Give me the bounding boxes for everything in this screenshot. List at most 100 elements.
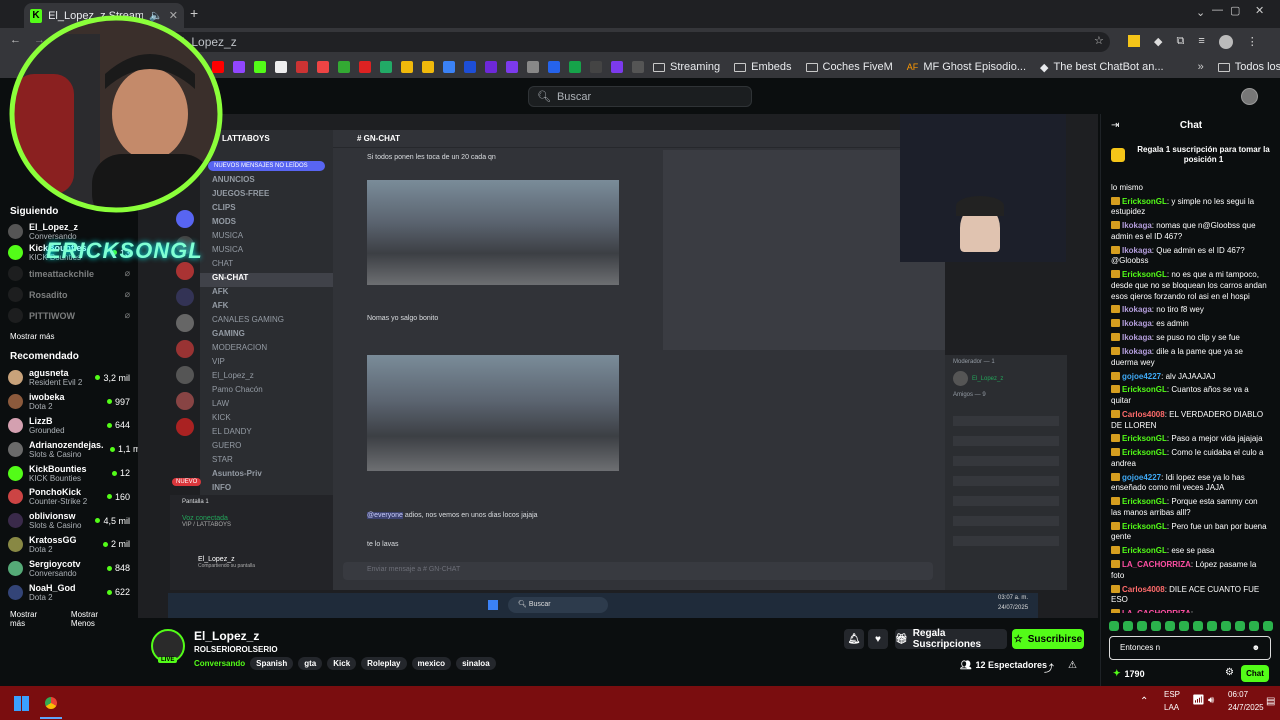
discord-channel[interactable]: MUSICA	[200, 245, 333, 259]
chat-username[interactable]: LA_CACHORRIZA	[1122, 560, 1191, 569]
discord-channel[interactable]: KICK	[200, 413, 333, 427]
sidebar-recommended-item[interactable]: NoaH_God Dota 2 622	[0, 580, 138, 604]
sidebar-following-item[interactable]: timeattackchile ⌀	[0, 263, 138, 284]
profile-avatar[interactable]	[1218, 35, 1233, 49]
emote-icon[interactable]	[1123, 621, 1133, 631]
discord-message-input[interactable]: Enviar mensaje a # GN-CHAT	[343, 562, 933, 580]
maximize-icon[interactable]: ▢	[1230, 4, 1240, 17]
server-icon[interactable]	[176, 392, 194, 410]
chat-username[interactable]: Ikokaga	[1122, 319, 1152, 328]
emote-icon[interactable]	[1193, 621, 1203, 631]
subscribe-button[interactable]: ☆ Suscribirse	[1012, 629, 1084, 649]
twitch-bookmark-icon[interactable]	[233, 61, 245, 73]
server-icon[interactable]	[176, 366, 194, 384]
member-row[interactable]: El_Lopez_z	[945, 369, 1067, 388]
discord-channel[interactable]: EL DANDY	[200, 427, 333, 441]
emote-icon[interactable]	[1179, 621, 1189, 631]
extension-icon[interactable]	[1128, 35, 1140, 47]
chat-username[interactable]: EricksonGL	[1122, 434, 1167, 443]
chat-username[interactable]: EricksonGL	[1122, 497, 1167, 506]
sidebar-following-item[interactable]: PITTIWOW ⌀	[0, 305, 138, 326]
discord-channel[interactable]: MODERACION	[200, 343, 333, 357]
pinned-gift-banner[interactable]: Regala 1 suscripción para tomar la posic…	[1111, 142, 1276, 168]
chat-username[interactable]: Carlos4008	[1122, 585, 1165, 594]
close-window-icon[interactable]: ✕	[1255, 4, 1264, 17]
sidebar-recommended-item[interactable]: KickBounties KICK Bounties 12	[0, 461, 138, 485]
search-input[interactable]: 🔍︎ Buscar	[528, 86, 752, 107]
chat-username[interactable]: EricksonGL	[1122, 522, 1167, 531]
show-less-recommended[interactable]: Mostrar Menos	[71, 610, 120, 628]
bookmark-mf-ghost[interactable]: AF MF Ghost Episodio...	[907, 61, 1026, 73]
send-chat-button[interactable]: Chat	[1241, 665, 1269, 682]
bookmark-all[interactable]: Todos los marcadores	[1217, 61, 1280, 73]
chat-username[interactable]: EricksonGL	[1122, 448, 1167, 457]
sidebar-recommended-item[interactable]: Adrianozendejas... Slots & Casino 1,1 mil	[0, 437, 145, 461]
sidebar-recommended-item[interactable]: iwobeka Dota 2 997	[0, 390, 138, 414]
bookmark-star-icon[interactable]: ☆	[1094, 34, 1104, 47]
discord-channel[interactable]: AFK	[200, 301, 333, 315]
share-icon[interactable]: ⤴	[1044, 660, 1054, 675]
chat-username[interactable]: Ikokaga	[1122, 347, 1152, 356]
server-icon[interactable]	[176, 262, 194, 280]
windows-start-icon[interactable]	[14, 696, 29, 711]
tag[interactable]: Roleplay	[361, 657, 407, 670]
url-field[interactable]: El_Lopez_z	[160, 32, 1110, 52]
tray-chevron-icon[interactable]: ⌃	[1140, 696, 1148, 707]
bookmark-icon[interactable]	[443, 61, 455, 73]
emote-icon[interactable]	[1249, 621, 1259, 631]
bookmark-streaming[interactable]: Streaming	[653, 61, 720, 73]
emote-icon[interactable]	[1221, 621, 1231, 631]
bookmark-icon[interactable]	[632, 61, 644, 73]
chat-username[interactable]: Ikokaga	[1122, 246, 1152, 255]
tag[interactable]: gta	[298, 657, 323, 670]
chat-username[interactable]: Ikokaga	[1122, 305, 1152, 314]
tab-search-icon[interactable]: ⌄	[1196, 6, 1205, 19]
sidebar-recommended-item[interactable]: LizzB Grounded 644	[0, 414, 138, 438]
sidebar-following-item[interactable]: Rosadito ⌀	[0, 284, 138, 305]
chat-username[interactable]: EricksonGL	[1122, 270, 1167, 279]
bookmark-icon[interactable]	[590, 61, 602, 73]
menu-icon[interactable]: ⋮	[1247, 35, 1258, 49]
volume-icon[interactable]: 🔊︎	[1208, 695, 1214, 706]
discord-channel[interactable]: AFK	[200, 287, 333, 301]
server-icon[interactable]	[176, 288, 194, 306]
chat-username[interactable]: EricksonGL	[1122, 385, 1167, 394]
chat-username[interactable]: Ikokaga	[1122, 221, 1152, 230]
sidebar-recommended-item[interactable]: KratossGG Dota 2 2 mil	[0, 533, 138, 557]
server-icon[interactable]	[176, 340, 194, 358]
emote-icon[interactable]	[1165, 621, 1175, 631]
channel-name[interactable]: El_Lopez_z	[194, 629, 259, 643]
report-icon[interactable]: ⚠	[1068, 660, 1077, 671]
discord-channel[interactable]: Asuntos-Priv	[200, 469, 333, 483]
follow-button[interactable]: ♥	[868, 629, 888, 649]
bookmark-icon[interactable]	[380, 61, 392, 73]
kick-bookmark-icon[interactable]	[254, 61, 266, 73]
clock-time[interactable]: 06:07	[1228, 690, 1248, 699]
binance-bookmark-icon[interactable]	[422, 61, 434, 73]
chat-username[interactable]: Carlos4008	[1122, 410, 1165, 419]
show-more-following[interactable]: Mostrar más	[10, 332, 128, 341]
screenshot-image-1[interactable]	[367, 180, 619, 285]
bookmark-icon[interactable]	[317, 61, 329, 73]
bookmark-icon[interactable]	[359, 61, 371, 73]
extension-icon[interactable]: ◆	[1154, 35, 1162, 49]
notifications-icon[interactable]: ▤	[1266, 696, 1275, 707]
discord-channel[interactable]: MUSICA	[200, 231, 333, 245]
amazon-bookmark-icon[interactable]	[275, 61, 287, 73]
binance-bookmark-icon[interactable]	[401, 61, 413, 73]
lang-layout[interactable]: LAA	[1164, 703, 1179, 712]
bookmark-icon[interactable]	[338, 61, 350, 73]
discord-channel[interactable]: GN-CHAT	[200, 273, 333, 287]
sidebar-recommended-item[interactable]: agusneta Resident Evil 2 3,2 mil	[0, 366, 138, 390]
emote-icon[interactable]	[1207, 621, 1217, 631]
minimize-icon[interactable]: —	[1212, 4, 1223, 16]
sidebar-recommended-item[interactable]: oblivionsw Slots & Casino 4,5 mil	[0, 509, 138, 533]
tag[interactable]: mexico	[411, 657, 452, 670]
sidebar-recommended-item[interactable]: PonchoKick Counter-Strike 2 160	[0, 485, 138, 509]
gift-subs-button[interactable]: 🎁︎ Regala Suscripciones	[895, 628, 1007, 650]
media-icon[interactable]: ≡	[1198, 35, 1204, 49]
chat-username[interactable]: gojoe4227	[1122, 473, 1161, 482]
chat-username[interactable]: EricksonGL	[1122, 197, 1167, 206]
discord-channel[interactable]: Pamo Chacón	[200, 385, 333, 399]
bookmark-icon[interactable]	[485, 61, 497, 73]
